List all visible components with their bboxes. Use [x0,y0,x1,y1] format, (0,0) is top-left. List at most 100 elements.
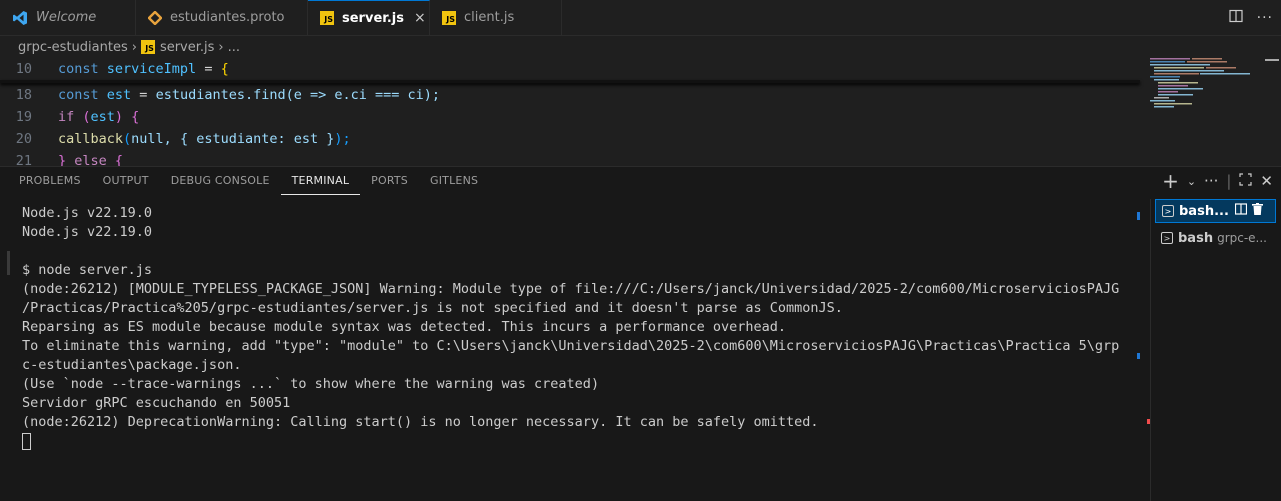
minimap-preview [1150,58,1250,108]
bottom-panel: PROBLEMS OUTPUT DEBUG CONSOLE TERMINAL P… [0,166,1281,501]
code-token: { [220,61,229,77]
code-token: callback [58,131,124,147]
code-token: const [58,87,107,103]
terminal-line: /Practicas/Practica%205/grpc-estudiantes… [22,300,843,316]
code-token: ( [123,131,132,147]
terminal-line: Reparsing as ES module because module sy… [22,319,787,335]
code-token: const [58,61,107,77]
panel-actions: + ⌄ ··· | ✕ [1162,167,1273,195]
chevron-right-icon: › [218,39,224,55]
tab-ports[interactable]: PORTS [360,167,419,195]
close-panel-icon[interactable]: ✕ [1260,172,1273,190]
more-actions-icon[interactable]: ··· [1257,10,1273,26]
terminal-scroll-marker [1137,212,1140,220]
close-icon[interactable]: × [414,10,426,26]
code-token: else [74,153,115,166]
breadcrumb-file[interactable]: server.js [160,40,214,55]
terminal-cursor [22,432,31,450]
code-token: ); [334,131,351,147]
breadcrumb-more[interactable]: ... [228,40,240,55]
line-number: 10 [15,61,32,77]
tab-problems[interactable]: PROBLEMS [8,167,92,195]
code-line: 10 const serviceImpl = { [0,58,229,80]
tab-label: client.js [464,10,515,25]
code-token: = [196,61,221,77]
line-number: 21 [15,153,32,166]
ruler-mark [1265,59,1279,61]
code-token: ) { [114,109,140,125]
command-decoration [7,251,10,275]
terminal-tab-label: bash [1178,230,1214,246]
chevron-right-icon: › [131,39,137,55]
terminal-line: $ node server.js [22,262,153,278]
code-line: 21 } else { [0,150,123,166]
terminal-tab-label: bash... [1179,203,1229,219]
tab-estudiantes-proto[interactable]: estudiantes.proto [136,0,308,35]
sticky-scroll-divider [0,80,1140,83]
terminal-output[interactable]: Node.js v22.19.0 Node.js v22.19.0 $ node… [0,199,1150,501]
editor-tab-bar: Welcome estudiantes.proto JS server.js ×… [0,0,1281,36]
code-token: null, { estudiante: est } [131,131,335,147]
more-actions-icon[interactable]: ··· [1204,172,1218,190]
terminal-line: (node:26212) DeprecationWarning: Calling… [22,414,819,430]
panel-tab-bar: PROBLEMS OUTPUT DEBUG CONSOLE TERMINAL P… [8,167,489,195]
terminal-line: c-estudiantes\package.json. [22,357,242,373]
tab-output[interactable]: OUTPUT [92,167,160,195]
terminal-tab-description: grpc-e... [1217,231,1267,245]
tab-label: server.js [342,10,404,26]
terminal-icon: > [1162,205,1174,217]
line-number: 18 [15,87,32,103]
overview-ruler[interactable] [1265,58,1281,166]
split-terminal-icon[interactable] [1234,203,1247,219]
new-terminal-icon[interactable]: + [1162,169,1179,193]
code-token: estudiantes.find(e => e.ci === ci); [155,87,441,103]
tab-gitlens[interactable]: GITLENS [419,167,489,195]
tab-label: estudiantes.proto [170,10,285,25]
terminal-line: (node:26212) [MODULE_TYPELESS_PACKAGE_JS… [22,281,1120,297]
code-token: = [131,87,156,103]
terminal-tab-bash-1[interactable]: > bash... [1155,199,1276,223]
terminal-line: (Use `node --trace-warnings ...` to show… [22,376,600,392]
maximize-panel-icon[interactable] [1239,172,1253,190]
terminal-icon: > [1161,232,1173,244]
code-line: 20 callback(null, { estudiante: est }); [0,128,351,150]
tab-debug-console[interactable]: DEBUG CONSOLE [160,167,281,195]
terminal-scroll-marker [1137,353,1140,359]
vscode-logo-icon [12,10,28,26]
code-token: { [114,153,124,166]
js-file-icon: JS [320,11,334,25]
tab-welcome[interactable]: Welcome [0,0,136,35]
line-number: 19 [15,109,32,125]
code-token: est [90,109,115,125]
code-token: } [58,153,75,166]
breadcrumb-folder[interactable]: grpc-estudiantes [18,40,128,55]
chevron-down-icon[interactable]: ⌄ [1187,175,1196,188]
code-token: serviceImpl [106,61,197,77]
terminal-tabs-list: > bash... > bash grpc-e... [1150,199,1281,501]
terminal-line: Node.js v22.19.0 [22,205,153,221]
terminal-line: Node.js v22.19.0 [22,224,153,240]
tab-terminal[interactable]: TERMINAL [280,167,361,195]
proto-file-icon [148,10,162,25]
js-file-icon: JS [442,10,456,25]
code-token: if [58,109,83,125]
terminal-line: To eliminate this warning, add "type": "… [22,338,1120,354]
divider: | [1226,172,1232,190]
split-editor-icon[interactable] [1229,9,1243,27]
terminal-line: Servidor gRPC escuchando en 50051 [22,395,291,411]
trash-icon[interactable] [1251,203,1263,219]
code-line: 18 const est = estudiantes.find(e => e.c… [0,84,440,106]
terminal-cursor-line [22,432,31,451]
line-number: 20 [15,131,32,147]
code-token: est [106,87,132,103]
code-token: ( [82,109,91,125]
breadcrumb: grpc-estudiantes › JS server.js › ... [0,36,1281,58]
tab-label: Welcome [36,10,97,25]
terminal-tab-bash-2[interactable]: > bash grpc-e... [1155,226,1276,250]
code-line: 19 if (est) { [0,106,140,128]
minimap[interactable] [1150,58,1260,108]
tab-server-js[interactable]: JS server.js × [308,0,430,35]
code-editor[interactable]: 10 const serviceImpl = { 18 const est = … [0,58,1281,166]
tab-client-js[interactable]: JS client.js [430,0,562,35]
editor-actions: ··· [1229,0,1273,35]
